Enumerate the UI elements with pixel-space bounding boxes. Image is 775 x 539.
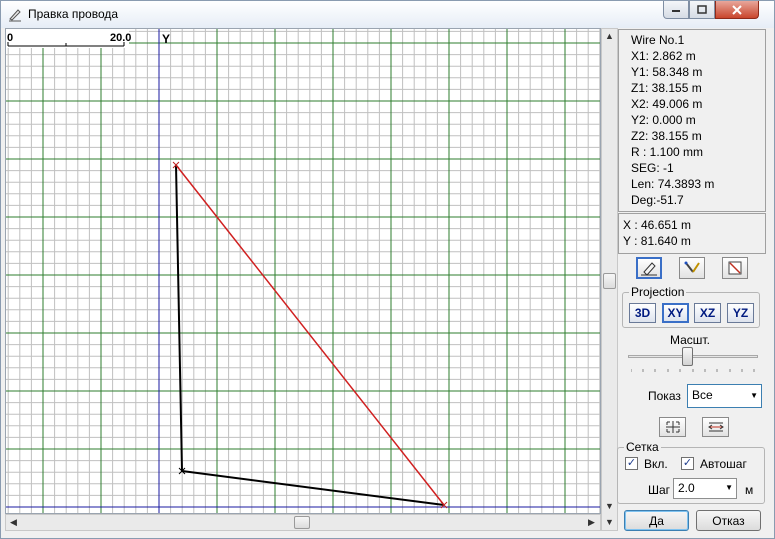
grid-major-lines [6, 29, 600, 513]
vertical-scroll-thumb[interactable] [603, 273, 616, 289]
wire-info-line: Z2: 38.155 m [631, 129, 702, 143]
y-axis-label: Y [162, 32, 170, 46]
grid-enabled-checkbox[interactable]: ✓ [625, 457, 638, 470]
show-select-value: Все [692, 388, 713, 402]
zoom-slider-ticks [631, 369, 755, 372]
checkmark-icon: ✓ [682, 457, 693, 469]
vertical-scrollbar[interactable]: ▲ ▼ ▼ [601, 28, 618, 531]
maximize-button[interactable] [689, 1, 715, 19]
wire-plot[interactable]: Y 0 20.0 [6, 29, 600, 513]
scale-bar-start: 0 [7, 32, 13, 44]
chevron-down-icon[interactable]: ▼ [725, 483, 733, 492]
grid-step-value: 2.0 [678, 481, 695, 495]
delete-wire-button[interactable] [722, 257, 748, 279]
wire-info-line: Y1: 58.348 m [631, 65, 703, 79]
checkmark-icon: ✓ [626, 457, 637, 469]
projection-label: Projection [631, 285, 685, 299]
maximize-icon [697, 5, 707, 14]
fit-all-icon [665, 421, 680, 433]
edit-tool-button[interactable] [636, 257, 662, 279]
scroll-left-icon[interactable]: ◀ [6, 515, 21, 530]
scroll-down-icon[interactable]: ▼ [602, 499, 617, 514]
zoom-slider-track[interactable] [628, 355, 758, 358]
ok-button[interactable]: Да [624, 510, 689, 531]
fit-width-button[interactable] [702, 417, 729, 437]
fit-width-icon [707, 422, 724, 432]
chevron-down-icon[interactable]: ▼ [750, 391, 758, 400]
show-select[interactable]: Все ▼ [687, 384, 762, 408]
window-title: Правка провода [28, 7, 119, 21]
grid-step-unit: м [745, 483, 754, 497]
wand-tool-button[interactable] [679, 257, 705, 279]
grid-autostep-checkbox[interactable]: ✓ [681, 457, 694, 470]
grid-step-label: Шаг [648, 483, 671, 497]
wire-info-line: Deg:-51.7 [631, 193, 684, 207]
wire-info-line: R : 1.100 mm [631, 145, 704, 159]
scroll-right-icon[interactable]: ▶ [584, 515, 599, 530]
wire-edit-window: Правка провода Y 0 20.0 ◀ ▶ ▲ ▼ ▼ Wire N… [0, 0, 775, 539]
title-bar: Правка провода [1, 1, 774, 28]
pen-icon [641, 262, 657, 276]
wire-info-line: X1: 2.862 m [631, 49, 696, 63]
show-label: Показ [648, 389, 681, 403]
scale-bar: 0 20.0 [6, 29, 131, 48]
cursor-y: Y : 81.640 m [623, 234, 691, 248]
wire-info-panel: Wire No.1 X1: 2.862 m Y1: 58.348 m Z1: 3… [618, 29, 766, 212]
minimize-button[interactable] [663, 1, 689, 19]
grid-enabled-label: Вкл. [644, 457, 668, 471]
zoom-slider-thumb[interactable] [681, 347, 693, 366]
grid-minor-lines [6, 29, 600, 513]
close-button[interactable] [715, 1, 759, 19]
wand-icon [684, 261, 700, 273]
cancel-button[interactable]: Отказ [696, 510, 761, 531]
zoom-label: Масшт. [670, 333, 710, 347]
delete-wire-icon [728, 261, 742, 275]
fit-all-button[interactable] [659, 417, 686, 437]
scale-bar-end: 20.0 [110, 32, 131, 44]
projection-xy-button[interactable]: XY [662, 303, 689, 323]
grid-step-select[interactable]: 2.0 ▼ [673, 478, 737, 499]
projection-xz-button[interactable]: XZ [694, 303, 721, 323]
pen-icon [9, 9, 21, 22]
cursor-x: X : 46.651 m [623, 218, 692, 232]
grid-label: Сетка [626, 440, 659, 454]
horizontal-scroll-thumb[interactable] [294, 516, 310, 529]
scroll-down-icon-2[interactable]: ▼ [602, 515, 617, 530]
wire-info-line: Y2: 0.000 m [631, 113, 696, 127]
drawing-canvas[interactable]: Y 0 20.0 [5, 28, 601, 514]
wire-info-line: Len: 74.3893 m [631, 177, 715, 191]
grid-autostep-label: Автошаг [700, 457, 747, 471]
minimize-icon [672, 9, 680, 12]
projection-yz-button[interactable]: YZ [727, 303, 754, 323]
horizontal-scrollbar[interactable]: ◀ ▶ [5, 514, 601, 531]
wire-info-line: Z1: 38.155 m [631, 81, 702, 95]
wire-info-line: X2: 49.006 m [631, 97, 703, 111]
wire-info-line: SEG: -1 [631, 161, 674, 175]
scroll-up-icon[interactable]: ▲ [602, 29, 617, 44]
close-icon [732, 4, 742, 15]
cursor-coordinates: X : 46.651 m Y : 81.640 m [618, 213, 766, 254]
wire-info-line: Wire No.1 [631, 33, 685, 47]
projection-3d-button[interactable]: 3D [629, 303, 656, 323]
